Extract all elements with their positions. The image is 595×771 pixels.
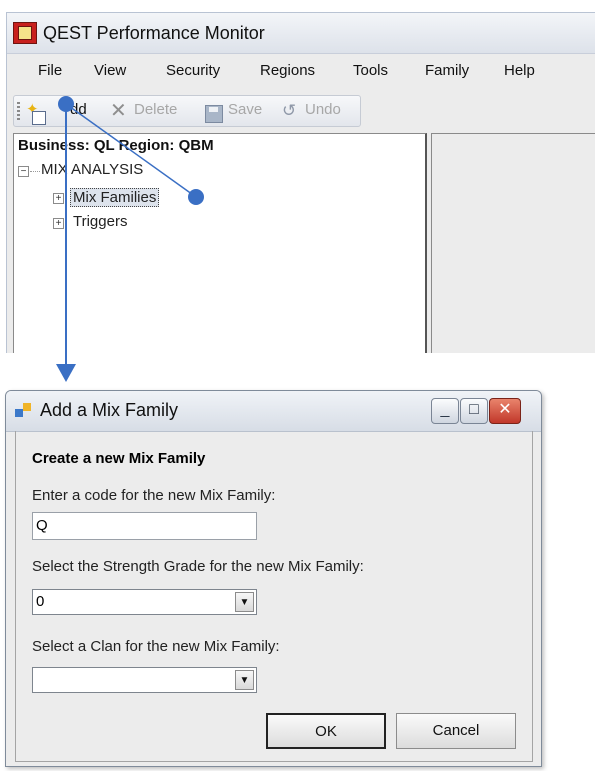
- detail-pane: [431, 133, 595, 353]
- tree-connector: [30, 171, 40, 172]
- dropdown-arrow-icon[interactable]: ▼: [235, 670, 254, 690]
- delete-button-label: Delete: [134, 101, 178, 118]
- delete-icon: ✕: [110, 100, 127, 122]
- menu-security[interactable]: Security: [166, 62, 220, 79]
- app-title: QEST Performance Monitor: [43, 23, 265, 43]
- expand-icon[interactable]: +: [53, 218, 64, 229]
- menu-regions[interactable]: Regions: [260, 62, 315, 79]
- undo-button-label: Undo: [305, 101, 341, 118]
- save-icon: [205, 105, 223, 123]
- menu-family[interactable]: Family: [425, 62, 469, 79]
- maximize-icon[interactable]: □: [460, 398, 488, 424]
- dropdown-arrow-icon[interactable]: ▼: [235, 592, 254, 612]
- close-icon[interactable]: ✕: [489, 398, 521, 424]
- code-input-value: Q: [36, 517, 48, 534]
- save-button-label: Save: [228, 101, 263, 118]
- strength-grade-value: 0: [36, 593, 45, 610]
- clan-select[interactable]: ▼: [32, 667, 257, 693]
- dialog-title: Add a Mix Family: [40, 400, 179, 420]
- dialog-heading: Create a new Mix Family: [32, 450, 206, 467]
- tree-root[interactable]: MIX ANALYSIS: [41, 161, 143, 178]
- menu-view[interactable]: View: [94, 62, 126, 79]
- expand-icon[interactable]: +: [53, 193, 64, 204]
- add-icon[interactable]: ✦: [26, 101, 46, 125]
- dialog-app-icon: [15, 403, 33, 419]
- undo-icon: ↺: [282, 101, 297, 120]
- dialog-title-bar[interactable]: Add a Mix Family _ □ ✕: [6, 391, 541, 432]
- tree-item-triggers[interactable]: Triggers: [73, 213, 127, 230]
- collapse-icon[interactable]: −: [18, 166, 29, 177]
- code-input[interactable]: Q: [32, 512, 257, 540]
- main-window: QEST Performance Monitor File View Secur…: [6, 12, 595, 353]
- annotation-arrow-head: [56, 364, 76, 382]
- clan-label: Select a Clan for the new Mix Family:: [32, 638, 280, 655]
- menu-bar: File View Security Regions Tools Family …: [7, 58, 595, 84]
- menu-file[interactable]: File: [38, 62, 62, 79]
- tree-header: Business: QL Region: QBM: [18, 137, 214, 154]
- minimize-icon[interactable]: _: [431, 398, 459, 424]
- app-logo-icon: [13, 22, 37, 44]
- tree-item-mix-families[interactable]: Mix Families: [70, 188, 160, 207]
- menu-help[interactable]: Help: [504, 62, 535, 79]
- strength-grade-select[interactable]: 0 ▼: [32, 589, 257, 615]
- main-title-bar[interactable]: QEST Performance Monitor: [7, 13, 595, 54]
- menu-tools[interactable]: Tools: [353, 62, 388, 79]
- strength-grade-label: Select the Strength Grade for the new Mi…: [32, 558, 364, 575]
- ok-button[interactable]: OK: [266, 713, 386, 749]
- code-label: Enter a code for the new Mix Family:: [32, 487, 276, 504]
- toolbar-grip[interactable]: [17, 102, 20, 120]
- add-mix-family-dialog: Add a Mix Family _ □ ✕: [5, 390, 542, 767]
- toolbar: ✦ dd ✕ Delete Save ↺ Undo: [13, 95, 361, 127]
- cancel-button[interactable]: Cancel: [396, 713, 516, 749]
- add-button-label: dd: [70, 101, 87, 118]
